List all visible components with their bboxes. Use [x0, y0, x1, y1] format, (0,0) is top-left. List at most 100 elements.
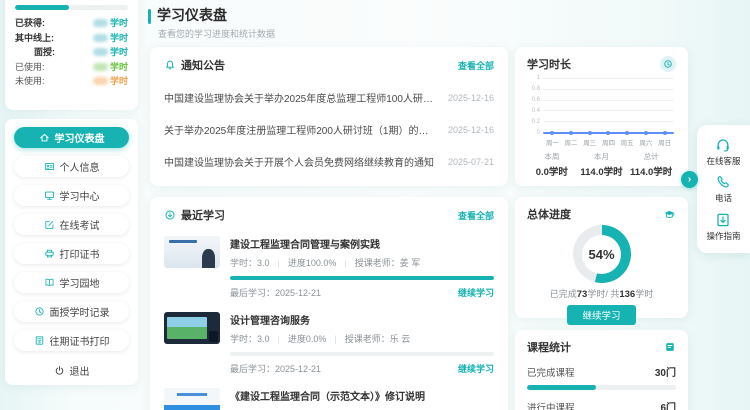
chart-line — [543, 132, 674, 134]
completed-courses-fill — [527, 385, 596, 390]
course-title[interactable]: 建设工程监理合同管理与案例实践 — [230, 236, 494, 251]
open-book-icon — [44, 277, 55, 288]
title-accent-bar — [148, 9, 151, 24]
notice-date: 2025-07-21 — [448, 157, 494, 167]
notice-item[interactable]: 关于举办2025年度注册监理工程师200人研讨班（1期）的通知 2025-12-… — [164, 122, 494, 137]
in-progress-courses-row: 进行中课程 6门 — [527, 399, 676, 410]
redacted-value — [93, 34, 108, 42]
notices-card: 通知公告 查看全部 中国建设监理协会关于举办2025年度总监理工程师100人研讨… — [150, 47, 508, 186]
weekly-hours-chart: 10.80.60.40.20 周一周二周三周四周五周六周日 — [527, 75, 676, 147]
recent-learning-card: 最近学习 查看全部 建设工程监理合同管理与案例实践 学时：3.0| 进度100.… — [150, 197, 508, 410]
overall-progress-percent: 54% — [582, 235, 621, 274]
course-title[interactable]: 设计管理咨询服务 — [230, 312, 494, 327]
redacted-value — [93, 48, 108, 56]
sidebar-item-past-certificates[interactable]: 往期证书打印 — [14, 330, 129, 351]
recent-view-all-link[interactable]: 查看全部 — [458, 209, 494, 222]
certificate-icon — [34, 335, 45, 346]
sidebar-item-label: 面授学时记录 — [50, 304, 110, 319]
sidebar-item-profile[interactable]: 个人信息 — [14, 156, 129, 177]
sidebar-item-online-exam[interactable]: 在线考试 — [14, 214, 129, 235]
completed-courses-row: 已完成课程 30门 — [527, 364, 676, 379]
recent-learning-title: 最近学习 — [181, 207, 225, 223]
stat-this-month: 本月 114.0学时 — [577, 151, 627, 178]
stat-row-face: 面授: 学时 — [15, 45, 128, 60]
course-meta: 学时：3.0| 进度100.0%| 授课老师：姜 军 — [230, 256, 494, 269]
continue-learning-link[interactable]: 继续学习 — [458, 362, 494, 375]
sidebar-item-dashboard[interactable]: 学习仪表盘 — [14, 127, 129, 148]
phone-button[interactable]: 电话 — [715, 174, 732, 204]
hours-progress-track — [15, 5, 128, 10]
online-service-button[interactable]: 在线客服 — [706, 137, 740, 167]
sidebar-item-label: 学习中心 — [60, 188, 100, 203]
completed-courses-track — [527, 385, 676, 390]
stat-this-week: 本周 0.0学时 — [527, 151, 577, 178]
phone-icon — [715, 174, 731, 190]
sidebar-item-label: 个人信息 — [60, 159, 100, 174]
page-subtitle: 查看您的学习进度和统计数据 — [158, 27, 275, 40]
headset-icon — [715, 137, 731, 153]
completed-courses-count: 30门 — [655, 364, 676, 379]
guide-button[interactable]: 操作指南 — [706, 212, 740, 242]
study-time-header: 学习时长 — [527, 56, 676, 72]
notice-date: 2025-12-16 — [448, 93, 494, 103]
redacted-value — [93, 77, 108, 85]
course-row: 设计管理咨询服务 学时：3.0| 进度0.0%| 授课老师：乐 云 最后学习：2… — [164, 312, 494, 375]
overall-progress-donut: 54% — [573, 225, 631, 283]
sidebar-item-learning-garden[interactable]: 学习园地 — [14, 272, 129, 293]
course-stats-title: 课程统计 — [527, 339, 571, 355]
chart-grid — [543, 78, 674, 133]
stat-row-earned: 已获得: 学时 — [15, 16, 128, 31]
course-stats-header: 课程统计 — [527, 339, 676, 355]
logout-button[interactable]: 退出 — [5, 363, 138, 378]
power-icon — [54, 365, 65, 376]
chart-x-labels: 周一周二周三周四周五周六周日 — [543, 137, 674, 147]
study-time-title: 学习时长 — [527, 56, 571, 72]
redacted-value — [93, 19, 108, 27]
sidebar-item-label: 往期证书打印 — [50, 333, 110, 348]
recent-study-icon — [164, 209, 176, 221]
id-card-icon — [44, 161, 55, 172]
overall-progress-card: 总体进度 54% 已完成73学时/ 共136学时 继续学习 — [515, 197, 688, 318]
chart-y-labels: 10.80.60.40.20 — [527, 75, 540, 136]
course-thumbnail[interactable] — [164, 236, 220, 268]
sidebar-item-label: 打印证书 — [60, 246, 100, 261]
course-title[interactable]: 《建设工程监理合同（示范文本）》修订说明 — [230, 388, 494, 403]
bell-icon — [164, 59, 176, 71]
stat-row-online: 其中线上: 学时 — [15, 31, 128, 46]
chevron-right-icon: › — [688, 174, 691, 185]
course-meta: 学时：3.0| 进度0.0%| 授课老师：乐 云 — [230, 332, 494, 345]
notice-text[interactable]: 中国建设监理协会关于开展个人会员免费网络继续教育的通知 — [164, 154, 434, 169]
last-study-date: 最后学习：2025-12-21 — [230, 362, 321, 375]
course-stats-card: 课程统计 已完成课程 30门 进行中课程 6门 — [515, 330, 688, 410]
page-title: 学习仪表盘 — [157, 5, 227, 25]
course-progress-track — [230, 276, 494, 280]
continue-learning-button[interactable]: 继续学习 — [567, 305, 635, 325]
logout-label: 退出 — [70, 363, 90, 378]
sidebar-item-label: 学习仪表盘 — [55, 130, 105, 145]
monitor-icon — [44, 190, 55, 201]
course-thumbnail[interactable] — [164, 312, 220, 344]
clock-icon — [660, 56, 676, 72]
sidebar-item-print-certificate[interactable]: 打印证书 — [14, 243, 129, 264]
notice-date: 2025-12-16 — [448, 125, 494, 135]
sidebar-menu: 学习仪表盘 个人信息 学习中心 在线考试 打印证书 学习园地 面授学时记录 往 — [5, 119, 138, 385]
study-time-card: 学习时长 10.80.60.40.20 周一周二周三周四周五周六周日 本周 0.… — [515, 47, 688, 186]
notice-item[interactable]: 中国建设监理协会关于举办2025年度总监理工程师100人研讨班的通知 2025-… — [164, 90, 494, 105]
stat-total: 总计 114.0学时 — [626, 151, 676, 178]
hours-summary-card: (含面授 学时) 已获得: 学时 其中线上: 学时 面授: 学时 已使用: 学时… — [5, 0, 138, 110]
sidebar-item-face-hours-record[interactable]: 面授学时记录 — [14, 301, 129, 322]
course-thumbnail[interactable] — [164, 388, 220, 410]
sidebar-item-learning-center[interactable]: 学习中心 — [14, 185, 129, 206]
notices-view-all-link[interactable]: 查看全部 — [458, 59, 494, 72]
continue-learning-link[interactable]: 继续学习 — [458, 286, 494, 299]
notices-title: 通知公告 — [181, 57, 225, 73]
notice-item[interactable]: 中国建设监理协会关于开展个人会员免费网络继续教育的通知 2025-07-21 — [164, 154, 494, 169]
in-progress-courses-count: 6门 — [660, 399, 676, 410]
support-collapse-button[interactable]: › — [681, 171, 698, 188]
learning-dashboard-page: (含面授 学时) 已获得: 学时 其中线上: 学时 面授: 学时 已使用: 学时… — [0, 0, 750, 410]
notice-text[interactable]: 中国建设监理协会关于举办2025年度总监理工程师100人研讨班的通知 — [164, 90, 436, 105]
notice-text[interactable]: 关于举办2025年度注册监理工程师200人研讨班（1期）的通知 — [164, 122, 436, 137]
sidebar-item-label: 在线考试 — [60, 217, 100, 232]
stat-row-unused: 未使用: 学时 — [15, 74, 128, 89]
last-study-date: 最后学习：2025-12-21 — [230, 286, 321, 299]
